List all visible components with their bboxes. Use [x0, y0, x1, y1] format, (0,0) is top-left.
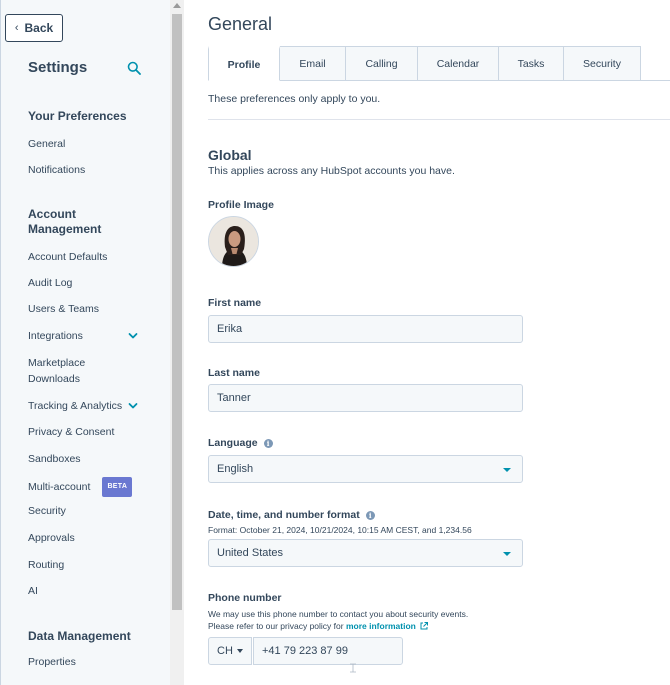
country-code-select[interactable]: CH: [208, 637, 252, 665]
scroll-up-arrow-icon[interactable]: [173, 3, 181, 8]
sidebar-item-marketplace-downloads[interactable]: Marketplace Downloads: [28, 355, 103, 387]
sidebar-item-routing[interactable]: Routing: [28, 557, 64, 573]
dropdown-arrow-icon: [503, 552, 511, 556]
settings-title: Settings: [28, 59, 88, 76]
sidebar-item-security[interactable]: Security: [28, 503, 66, 519]
tab-profile[interactable]: Profile: [208, 46, 280, 81]
first-name-label: First name: [208, 297, 262, 309]
dropdown-arrow-icon: [503, 468, 511, 472]
section-heading-account-management: Account Management: [28, 207, 102, 236]
global-section-subtitle: This applies across any HubSpot accounts…: [208, 165, 455, 177]
tab-email[interactable]: Email: [280, 46, 346, 81]
scrollbar-thumb[interactable]: [172, 14, 182, 610]
tab-tasks[interactable]: Tasks: [499, 46, 564, 81]
settings-sidebar: ‹ Back Settings Your Preferences General…: [0, 0, 170, 685]
sidebar-item-properties[interactable]: Properties: [28, 654, 76, 670]
sidebar-scrollbar[interactable]: [170, 0, 184, 685]
first-name-field[interactable]: Erika: [208, 315, 523, 343]
sidebar-item-label: Integrations: [28, 330, 83, 342]
profile-photo: [209, 217, 258, 266]
caret-down-icon: [236, 649, 243, 653]
tab-security[interactable]: Security: [564, 46, 641, 81]
sidebar-item-general[interactable]: General: [28, 136, 65, 152]
sidebar-item-integrations[interactable]: Integrations: [28, 328, 143, 344]
section-heading-preferences: Your Preferences: [28, 109, 127, 123]
global-section-title: Global: [208, 147, 252, 163]
date-format-select[interactable]: United States: [208, 539, 523, 567]
sidebar-item-audit-log[interactable]: Audit Log: [28, 275, 72, 291]
tab-calling[interactable]: Calling: [346, 46, 418, 81]
last-name-label: Last name: [208, 367, 260, 379]
sidebar-item-approvals[interactable]: Approvals: [28, 530, 75, 546]
sidebar-item-label: Tracking & Analytics: [28, 400, 123, 412]
chevron-down-icon: [128, 403, 138, 409]
phone-note-line2: Please refer to our privacy policy for m…: [208, 620, 468, 632]
tab-note: These preferences only apply to you.: [208, 93, 381, 105]
sidebar-item-account-defaults[interactable]: Account Defaults: [28, 249, 107, 265]
country-code-value: CH: [217, 645, 233, 657]
section-divider: [208, 119, 670, 120]
tab-calendar[interactable]: Calendar: [418, 46, 499, 81]
section-heading-data-management: Data Management: [28, 629, 131, 643]
date-format-label-text: Date, time, and number format: [208, 509, 360, 521]
sidebar-item-notifications[interactable]: Notifications: [28, 162, 85, 178]
language-label: Language i: [208, 437, 273, 449]
info-icon[interactable]: i: [263, 438, 273, 448]
text-cursor-icon: [350, 663, 356, 673]
sidebar-item-sandboxes[interactable]: Sandboxes: [28, 451, 81, 467]
sidebar-item-users-teams[interactable]: Users & Teams: [28, 301, 99, 317]
phone-note-line1: We may use this phone number to contact …: [208, 609, 469, 619]
back-button[interactable]: ‹ Back: [5, 14, 63, 42]
page-title: General: [208, 14, 273, 34]
date-format-value: United States: [217, 547, 284, 559]
external-link-icon[interactable]: [420, 622, 429, 630]
last-name-field[interactable]: Tanner: [208, 384, 523, 412]
info-icon[interactable]: i: [365, 510, 375, 520]
sidebar-item-tracking-analytics[interactable]: Tracking & Analytics: [28, 398, 143, 414]
sidebar-item-multi-account[interactable]: Multi-account BETA: [28, 477, 133, 497]
settings-tabs: Profile Email Calling Calendar Tasks Sec…: [208, 46, 641, 81]
chevron-left-icon: ‹: [14, 22, 19, 34]
phone-number-field[interactable]: +41 79 223 87 99: [253, 637, 403, 665]
sidebar-item-privacy-consent[interactable]: Privacy & Consent: [28, 424, 114, 440]
phone-note: We may use this phone number to contact …: [208, 608, 468, 632]
language-label-text: Language: [208, 437, 258, 449]
profile-image-label: Profile Image: [208, 199, 274, 211]
sidebar-item-ai[interactable]: AI: [28, 583, 38, 599]
sidebar-item-label: Multi-account: [28, 481, 91, 493]
date-format-note: Format: October 21, 2024, 10/21/2024, 10…: [208, 525, 472, 535]
avatar[interactable]: [208, 216, 259, 267]
more-information-link[interactable]: more information: [346, 621, 416, 631]
phone-note-text: Please refer to our privacy policy for: [208, 621, 344, 631]
search-icon[interactable]: [127, 61, 141, 75]
chevron-down-icon: [128, 333, 138, 339]
language-select[interactable]: English: [208, 455, 523, 483]
phone-label: Phone number: [208, 592, 282, 604]
back-label: Back: [24, 21, 54, 35]
tabs-baseline: [640, 80, 670, 81]
date-format-label: Date, time, and number format i: [208, 509, 375, 521]
language-value: English: [217, 463, 254, 475]
beta-badge: BETA: [102, 477, 133, 497]
